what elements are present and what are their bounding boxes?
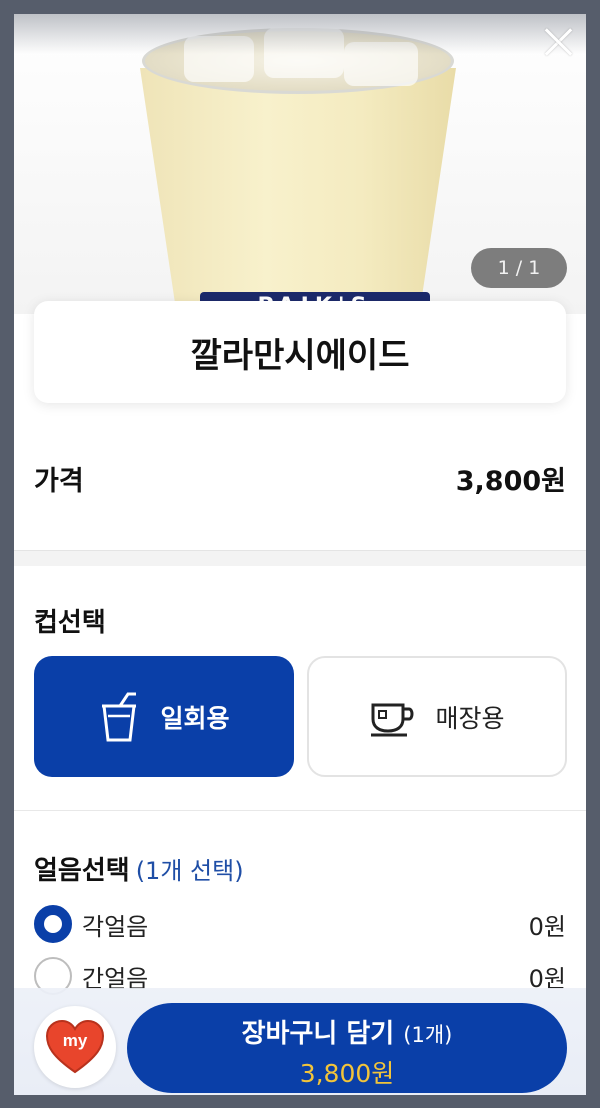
price-value: 3,800원 bbox=[455, 465, 566, 497]
cup-select-title: 컵선택 bbox=[34, 608, 106, 638]
cup-option-label: 일회용 bbox=[160, 703, 230, 733]
ice-select-subtitle: (1개 선택) bbox=[135, 857, 244, 885]
product-image: PAIK'S 1 / 1 bbox=[14, 14, 586, 314]
ice-option-label: 각얼음 bbox=[82, 912, 149, 941]
price-label: 가격 bbox=[34, 465, 84, 497]
my-menu-button[interactable]: my bbox=[34, 1006, 116, 1088]
price-row: 가격 3,800원 bbox=[34, 458, 566, 498]
my-label: my bbox=[63, 1031, 88, 1050]
section-divider bbox=[14, 810, 586, 811]
product-option-sheet: PAIK'S 1 / 1 깔라만시에이드 가격 3,800원 컵선택 일회용 매… bbox=[14, 14, 586, 1095]
ice-select-title: 얼음선택 (1개 선택) bbox=[34, 850, 244, 887]
bottom-action-bar: my 장바구니 담기 (1개) 3,800원 bbox=[14, 988, 586, 1095]
image-pager: 1 / 1 bbox=[471, 248, 567, 288]
cup-option-store-mug[interactable]: 매장용 bbox=[307, 656, 567, 777]
cup-option-label: 매장용 bbox=[435, 703, 505, 733]
image-top-shade bbox=[14, 14, 586, 54]
cart-button-label: 장바구니 담기 (1개) bbox=[127, 1013, 567, 1050]
heart-icon: my bbox=[45, 1019, 105, 1074]
section-divider bbox=[14, 550, 586, 566]
radio-checked-icon[interactable] bbox=[34, 905, 72, 943]
close-button[interactable] bbox=[542, 26, 574, 58]
cart-label: 장바구니 담기 bbox=[241, 1019, 395, 1049]
ice-option-cube[interactable]: 각얼음 0원 bbox=[34, 904, 566, 944]
product-title-card: 깔라만시에이드 bbox=[34, 301, 566, 403]
cart-price: 3,800원 bbox=[299, 1059, 395, 1088]
cup-option-disposable[interactable]: 일회용 bbox=[34, 656, 294, 777]
ice-select-title-text: 얼음선택 bbox=[34, 856, 130, 886]
cart-qty: (1개) bbox=[403, 1023, 453, 1047]
ice-option-price: 0원 bbox=[528, 912, 566, 941]
mug-icon bbox=[371, 703, 414, 736]
disposable-cup-icon bbox=[102, 692, 137, 741]
add-to-cart-button[interactable]: 장바구니 담기 (1개) 3,800원 bbox=[127, 1003, 567, 1093]
product-name: 깔라만시에이드 bbox=[190, 335, 410, 376]
